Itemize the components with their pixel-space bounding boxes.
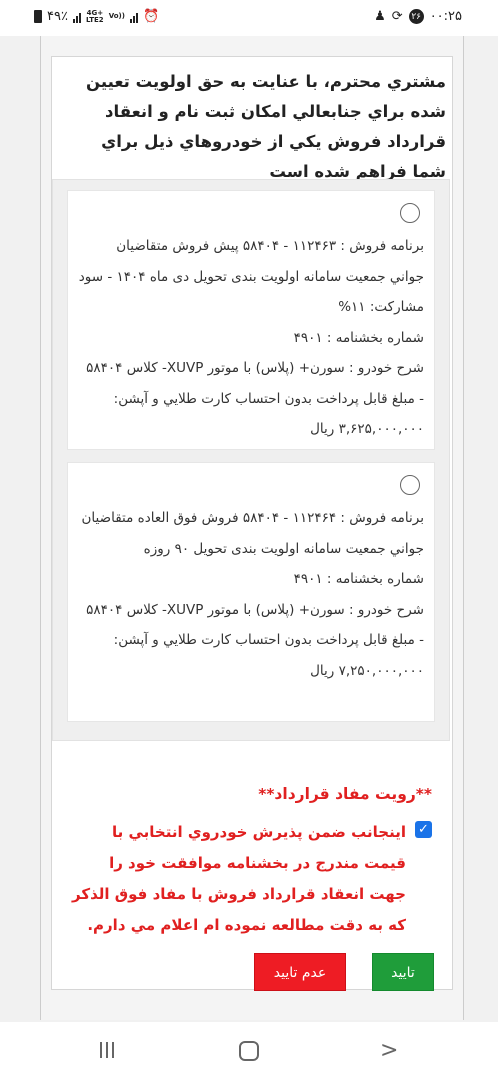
notification-bell-icon: ♟	[374, 9, 386, 24]
option-2-details: برنامه فروش : ۱۱۲۴۶۴ - ۵۸۴۰۴ فروش فوق ال…	[78, 503, 424, 686]
option-1-details: برنامه فروش : ۱۱۲۴۶۳ - ۵۸۴۰۴ پيش فروش مت…	[78, 231, 424, 445]
option-1-radio[interactable]	[400, 203, 420, 223]
battery-icon	[34, 10, 42, 23]
network-indicator: 4G+ LTE2	[85, 9, 104, 24]
home-icon[interactable]	[239, 1041, 259, 1061]
signal-icon-2	[129, 11, 138, 23]
car-option-1[interactable]: برنامه فروش : ۱۱۲۴۶۳ - ۵۸۴۰۴ پيش فروش مت…	[67, 190, 435, 450]
sync-icon: ⟳	[391, 9, 403, 24]
notification-count-badge: ۲۶	[408, 9, 424, 24]
confirm-button[interactable]: تاييد	[372, 953, 434, 991]
option-1-description: شرح خودرو : سورن+ (پلاس) با موتور XUVP- …	[86, 360, 424, 437]
navigation-bar: >	[0, 1022, 498, 1080]
alarm-icon: ⏰	[142, 9, 160, 24]
consent-row: ✓ اينجانب ضمن پذيرش خودروي انتخابي با قي…	[70, 817, 432, 941]
battery-percent: ۴۹٪	[47, 9, 68, 24]
status-bar: ۴۹٪ 4G+ LTE2 Vo)) ⏰ ♟ ⟳ ۲۶ ۰۰:۲۵	[0, 0, 498, 36]
network-bottom-label: LTE2	[85, 15, 104, 24]
priority-notice: مشتري محترم، با عنايت به حق اولويت تعيين…	[62, 67, 446, 192]
option-2-circular: شماره بخشنامه : ۴۹۰۱	[293, 571, 424, 587]
clock-time: ۰۰:۲۵	[429, 9, 462, 24]
car-option-2[interactable]: برنامه فروش : ۱۱۲۴۶۴ - ۵۸۴۰۴ فروش فوق ال…	[67, 462, 435, 722]
signal-icon	[72, 11, 81, 23]
option-2-description: شرح خودرو : سورن+ (پلاس) با موتور XUVP- …	[86, 601, 424, 679]
consent-checkbox[interactable]: ✓	[415, 821, 432, 838]
option-1-program: برنامه فروش : ۱۱۲۴۶۳ - ۵۸۴۰۴ پيش فروش مت…	[78, 238, 424, 315]
status-right: ♟ ⟳ ۲۶ ۰۰:۲۵	[374, 9, 462, 24]
recents-icon[interactable]	[100, 1042, 114, 1058]
car-options-list: برنامه فروش : ۱۱۲۴۶۳ - ۵۸۴۰۴ پيش فروش مت…	[52, 179, 450, 741]
status-left: ۴۹٪ 4G+ LTE2 Vo)) ⏰	[34, 9, 159, 24]
option-2-program: برنامه فروش : ۱۱۲۴۶۴ - ۵۸۴۰۴ فروش فوق ال…	[81, 510, 424, 557]
option-2-radio[interactable]	[400, 475, 420, 495]
back-icon[interactable]: >	[380, 1038, 398, 1063]
selection-card: مشتري محترم، با عنايت به حق اولويت تعيين…	[51, 56, 453, 991]
reject-button[interactable]: عدم تاييد	[254, 953, 346, 991]
contract-review-title: **رويت مفاد قرارداد**	[258, 785, 432, 803]
option-1-circular: شماره بخشنامه : ۴۹۰۱	[293, 329, 424, 346]
consent-text: اينجانب ضمن پذيرش خودروي انتخابي با قيمت…	[72, 823, 406, 934]
volte-label: Vo))	[108, 12, 125, 20]
page-frame: مشتري محترم، با عنايت به حق اولويت تعيين…	[40, 36, 464, 1020]
